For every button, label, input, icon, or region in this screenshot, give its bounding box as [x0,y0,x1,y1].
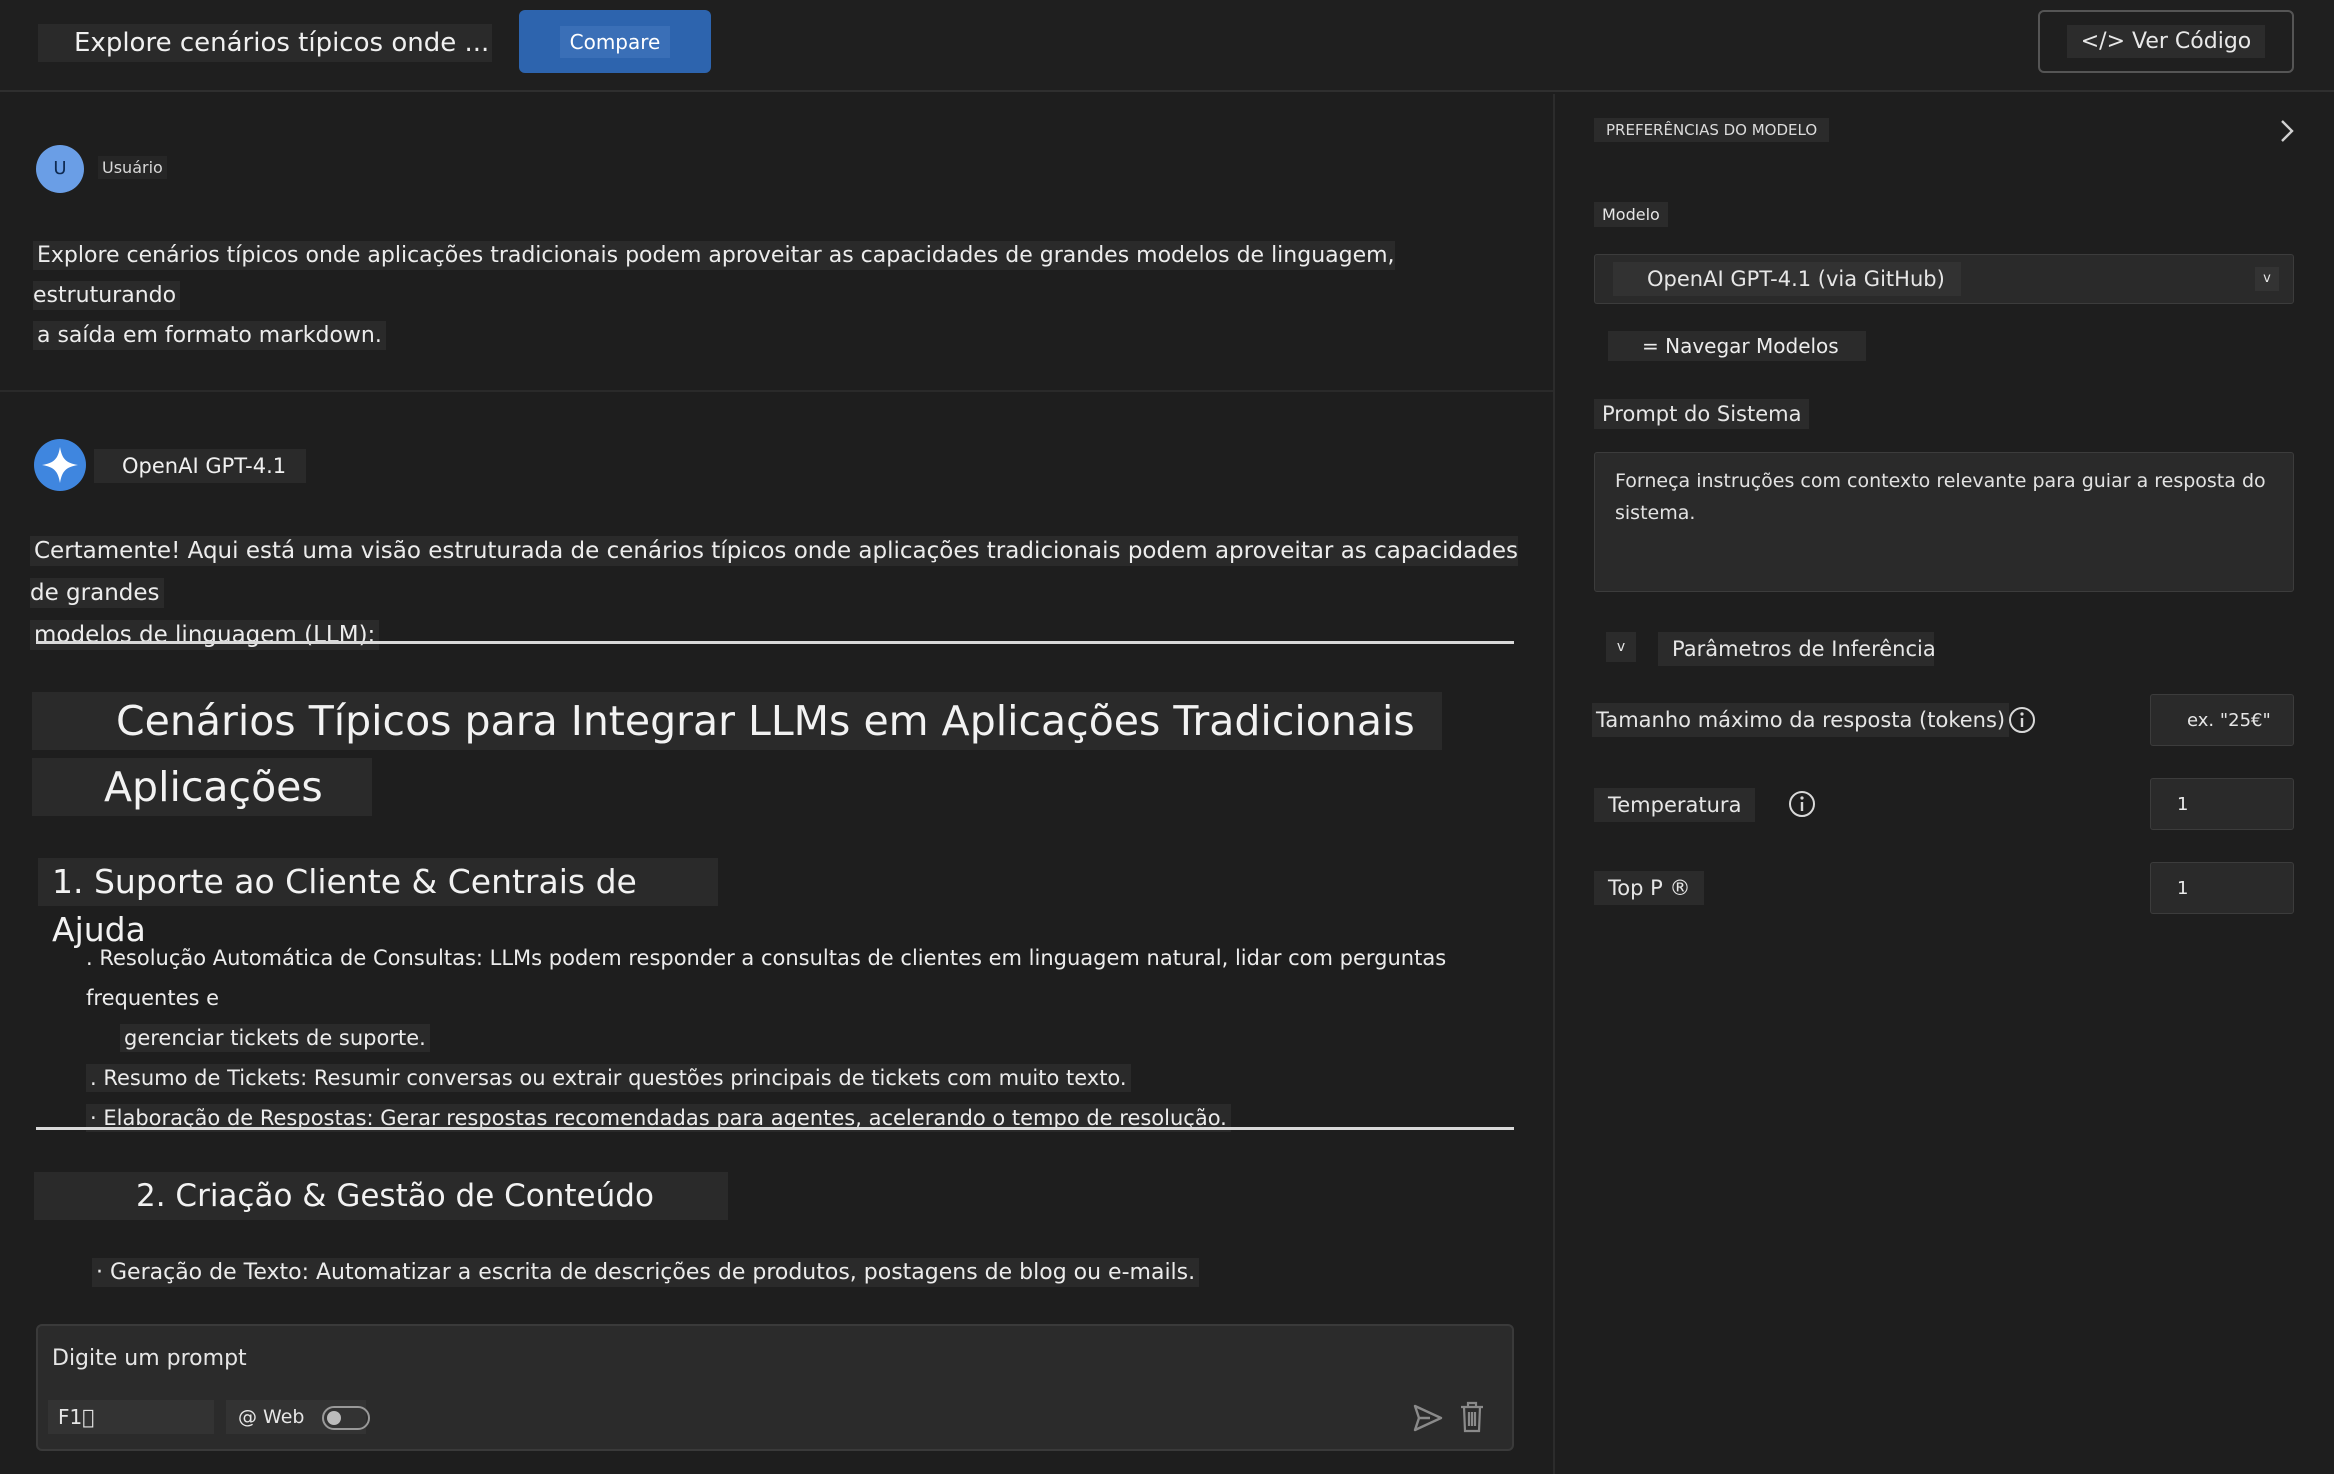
prompt-input[interactable] [52,1338,1352,1378]
info-icon[interactable] [1788,790,1816,818]
inference-params-label: Parâmetros de Inferência [1658,632,1936,666]
send-icon[interactable] [1412,1402,1444,1434]
model-label: Modelo [1594,202,1668,227]
view-code-button[interactable]: </> Ver Código [2038,10,2294,73]
chevron-down-icon: v [2255,267,2279,291]
info-icon[interactable] [2008,706,2036,734]
prompt-composer: F1⃣ @ Web [36,1324,1514,1451]
chevron-right-icon[interactable] [2278,118,2296,144]
web-search-toggle[interactable] [322,1406,370,1430]
section-1-list: . Resolução Automática de Consultas: LLM… [86,938,1506,1138]
top-p-label: Top P ® [1594,871,1705,905]
response-heading: Cenários Típicos para Integrar LLMs em A… [32,692,1442,816]
chat-area: U Usuário Explore cenários típicos onde … [0,94,1553,1474]
system-prompt-box [1594,452,2294,592]
model-select[interactable]: OpenAI GPT-4.1 (via GitHub) v [1594,254,2294,304]
sparkle-icon [42,447,78,483]
prompt-tag[interactable]: F1⃣ [48,1400,214,1434]
system-prompt-input[interactable] [1595,453,2293,591]
system-prompt-label: Prompt do Sistema [1594,399,1810,429]
view-code-label: </> Ver Código [2066,25,2266,58]
user-message-line-2: a saída em formato markdown. [33,321,386,350]
browse-models-button[interactable]: = Navegar Modelos [1608,331,1866,361]
top-bar: Explore cenários típicos onde ... Compar… [0,0,2334,92]
model-preferences-panel: PREFERÊNCIAS DO MODELO Modelo OpenAI GPT… [1556,94,2334,1474]
user-message-line-1: Explore cenários típicos onde aplicações… [33,241,1395,310]
user-message: Explore cenários típicos onde aplicações… [33,236,1493,356]
compare-button-label: Compare [559,25,671,58]
list-item: · Elaboração de Respostas: Gerar respost… [86,1098,1506,1138]
message-divider [0,390,1553,392]
section-2-list: · Geração de Texto: Automatizar a escrit… [92,1252,1512,1293]
list-item: . Resumo de Tickets: Resumir conversas o… [86,1058,1506,1098]
list-item: · Geração de Texto: Automatizar a escrit… [92,1252,1512,1293]
user-name: Usuário [98,156,167,179]
max-tokens-input[interactable] [2150,694,2294,746]
trash-icon[interactable] [1458,1400,1486,1434]
section-2-title: 2. Criação & Gestão de Conteúdo [34,1172,728,1220]
assistant-intro: Certamente! Aqui está uma visão estrutur… [30,530,1520,656]
user-avatar: U [36,145,84,193]
panel-divider [1553,94,1555,1474]
assistant-name: OpenAI GPT-4.1 [94,449,306,483]
list-item-continuation: gerenciar tickets de suporte. [86,1018,1506,1058]
assistant-intro-line-2: modelos de linguagem (LLM): [30,620,380,650]
max-tokens-label: Tamanho máximo da resposta (tokens) [1592,703,2010,737]
horizontal-rule [36,641,1514,644]
panel-title: PREFERÊNCIAS DO MODELO [1594,118,1830,142]
model-select-value: OpenAI GPT-4.1 (via GitHub) [1613,262,1961,296]
temperature-label: Temperatura [1594,788,1756,822]
temperature-input[interactable] [2150,778,2294,830]
horizontal-rule [36,1127,1514,1130]
assistant-avatar [34,439,86,491]
collapse-chevron-icon: v [1606,632,1636,662]
compare-button[interactable]: Compare [519,10,711,73]
list-item: . Resolução Automática de Consultas: LLM… [86,946,1447,1010]
assistant-intro-line-1: Certamente! Aqui está uma visão estrutur… [30,536,1518,608]
response-heading-line-2: Aplicações [32,758,372,816]
top-p-input[interactable] [2150,862,2294,914]
conversation-title: Explore cenários típicos onde ... [38,24,492,62]
response-heading-line-1: Cenários Típicos para Integrar LLMs em A… [32,692,1442,750]
section-1-title: 1. Suporte ao Cliente & Centrais de Ajud… [38,858,718,949]
